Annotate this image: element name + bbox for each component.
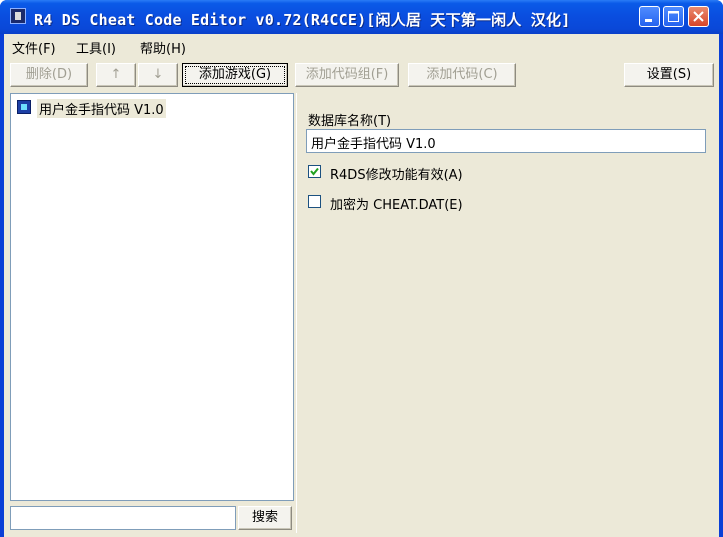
settings-button[interactable]: 设置(S)	[624, 63, 714, 87]
menu-tools[interactable]: 工具(I)	[76, 38, 116, 57]
close-icon	[693, 11, 704, 22]
add-code-button[interactable]: 添加代码(C)	[408, 63, 516, 87]
close-button[interactable]	[688, 6, 709, 27]
db-name-label: 数据库名称(T)	[308, 114, 392, 129]
encrypt-checkbox[interactable]	[308, 195, 321, 208]
menu-file[interactable]: 文件(F)	[12, 38, 56, 57]
search-button[interactable]: 搜索	[238, 506, 292, 530]
checkmark-icon	[310, 167, 319, 176]
enable-cheats-label: R4DS修改功能有效(A)	[330, 168, 463, 183]
encrypt-label: 加密为 CHEAT.DAT(E)	[330, 198, 463, 213]
maximize-icon	[668, 11, 679, 22]
database-icon	[17, 100, 31, 114]
minimize-icon	[645, 19, 652, 22]
move-down-button[interactable]: ↓	[138, 63, 178, 87]
minimize-button[interactable]	[639, 6, 660, 27]
add-game-button[interactable]: 添加游戏(G)	[182, 63, 288, 87]
delete-button[interactable]: 删除(D)	[10, 63, 88, 87]
window-title: R4 DS Cheat Code Editor v0.72(R4CCE)[闲人居…	[34, 11, 571, 29]
add-code-group-button[interactable]: 添加代码组(F)	[295, 63, 399, 87]
move-up-button[interactable]: ↑	[96, 63, 136, 87]
client-area: 文件(F) 工具(I) 帮助(H) 删除(D) ↑ ↓ 添加游戏(G) 添加代码…	[4, 34, 719, 537]
menu-bar: 文件(F) 工具(I) 帮助(H)	[4, 34, 719, 57]
app-window: R4 DS Cheat Code Editor v0.72(R4CCE)[闲人居…	[0, 0, 723, 537]
cheat-tree[interactable]: 用户金手指代码 V1.0	[10, 93, 294, 501]
app-icon[interactable]	[10, 8, 26, 24]
menu-help[interactable]: 帮助(H)	[140, 38, 186, 57]
maximize-button[interactable]	[663, 6, 684, 27]
enable-cheats-checkbox[interactable]	[308, 165, 321, 178]
panel-divider	[296, 93, 299, 533]
search-input[interactable]	[10, 506, 236, 530]
title-bar[interactable]: R4 DS Cheat Code Editor v0.72(R4CCE)[闲人居…	[0, 0, 723, 34]
db-name-field[interactable]: 用户金手指代码 V1.0	[306, 129, 706, 153]
tree-item-label: 用户金手指代码 V1.0	[37, 99, 166, 118]
